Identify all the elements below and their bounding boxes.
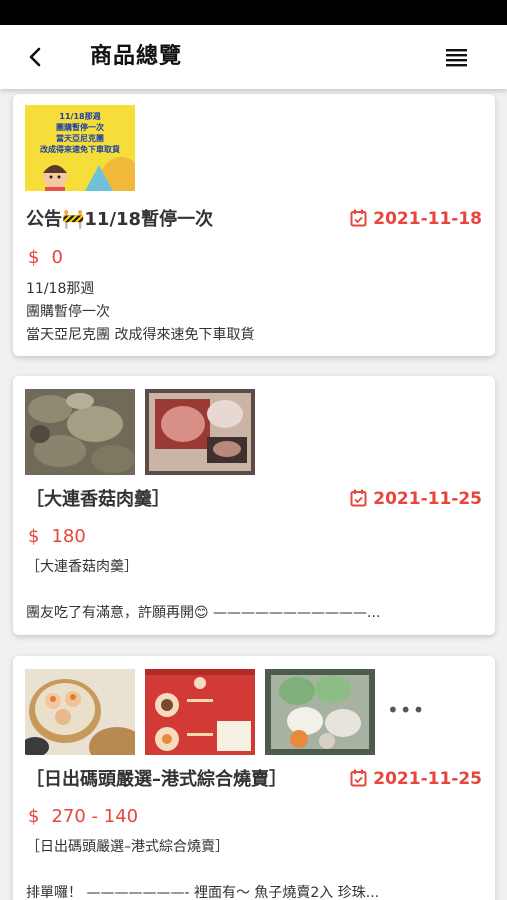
product-title: ［大連香菇肉羹］ <box>26 489 170 510</box>
product-thumbnail <box>265 669 375 755</box>
product-date: 2021-11-18 <box>350 207 482 231</box>
thumbnail-text: 11/18那週 <box>59 112 101 121</box>
product-thumbnail <box>25 389 135 475</box>
description-line: 排單囉！ ———————- 裡面有～ 魚子燒賣2入 珍珠... <box>26 885 380 900</box>
product-price: $270 - 140 <box>28 805 138 829</box>
description-line <box>26 579 380 602</box>
product-thumbnail <box>25 669 135 755</box>
description-line: 團友吃了有滿意，許願再開😊 ———————————... <box>26 605 381 621</box>
product-card[interactable]: ••• ［日出碼頭嚴選–港式綜合燒賣］ 2021-11-25 $270 - 14… <box>13 656 495 900</box>
date-text: 2021-11-25 <box>373 489 482 509</box>
date-text: 2021-11-25 <box>373 769 482 789</box>
product-description: ［大連香菇肉羹］ 團友吃了有滿意，許願再開😊 ———————————... <box>26 556 380 625</box>
back-button[interactable] <box>20 42 50 72</box>
product-description: ［日出碼頭嚴選–港式綜合燒賣］ 排單囉！ ———————- 裡面有～ 魚子燒賣2… <box>26 836 379 900</box>
product-card[interactable]: ［大連香菇肉羹］ 2021-11-25 $180 ［大連香菇肉羹］ 團友吃了有滿… <box>13 376 495 635</box>
product-date: 2021-11-25 <box>350 767 482 791</box>
chevron-left-icon <box>29 47 41 67</box>
product-card[interactable]: 11/18那週 團購暫停一次 當天亞尼克團 改成得來速免下車取貨 公告🚧11/1… <box>13 94 495 356</box>
page-title: 商品總覽 <box>90 44 183 69</box>
thumbnail-text: 當天亞尼克團 <box>56 134 104 143</box>
calendar-check-icon <box>350 209 367 227</box>
product-price: $0 <box>28 246 63 270</box>
product-title: ［日出碼頭嚴選–港式綜合燒賣］ <box>26 769 287 790</box>
more-images-button[interactable]: ••• <box>387 698 425 722</box>
product-description: 11/18那週 團購暫停一次 當天亞尼克團 改成得來速免下車取貨 <box>26 278 254 347</box>
currency-symbol: $ <box>28 247 40 268</box>
calendar-check-icon <box>350 769 367 787</box>
description-line <box>26 859 379 882</box>
description-line: 團購暫停一次 <box>26 304 110 320</box>
product-title: 公告🚧11/18暫停一次 <box>26 209 214 230</box>
product-thumbnail <box>145 389 255 475</box>
description-line: 11/18那週 <box>26 281 95 297</box>
menu-button[interactable] <box>441 42 473 72</box>
price-value: 180 <box>51 526 86 547</box>
date-text: 2021-11-18 <box>373 209 482 229</box>
product-price: $180 <box>28 525 86 549</box>
thumbnail-text: 改成得來速免下車取貨 <box>40 145 120 154</box>
status-bar <box>0 0 507 25</box>
description-line: ［日出碼頭嚴選–港式綜合燒賣］ <box>26 839 229 855</box>
currency-symbol: $ <box>28 806 40 827</box>
hamburger-menu-icon <box>446 49 467 67</box>
description-line: ［大連香菇肉羹］ <box>26 559 138 575</box>
thumbnail-text: 團購暫停一次 <box>56 123 104 132</box>
price-value: 270 - 140 <box>51 806 139 827</box>
description-line: 當天亞尼克團 改成得來速免下車取貨 <box>26 327 255 343</box>
product-thumbnail <box>145 669 255 755</box>
price-value: 0 <box>51 247 63 268</box>
currency-symbol: $ <box>28 526 40 547</box>
app-bar: 商品總覽 <box>0 25 507 89</box>
product-thumbnail: 11/18那週 團購暫停一次 當天亞尼克團 改成得來速免下車取貨 <box>25 105 135 191</box>
calendar-check-icon <box>350 489 367 507</box>
product-date: 2021-11-25 <box>350 487 482 511</box>
